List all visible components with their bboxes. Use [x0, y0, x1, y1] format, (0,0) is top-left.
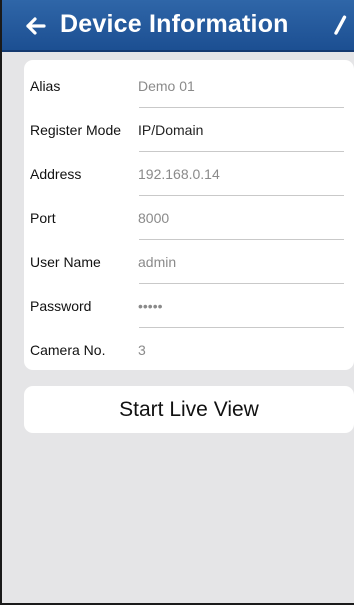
port-value[interactable]: 8000	[138, 210, 169, 226]
camera-number-row[interactable]: Camera No. 3	[24, 328, 354, 372]
camera-number-value[interactable]: 3	[138, 342, 146, 358]
alias-value[interactable]: Demo 01	[138, 78, 195, 94]
password-value[interactable]: •••••	[138, 298, 163, 314]
user-name-value[interactable]: admin	[138, 254, 176, 270]
edit-button[interactable]	[328, 13, 350, 39]
start-live-view-label: Start Live View	[119, 398, 259, 421]
camera-number-label: Camera No.	[30, 342, 106, 358]
register-mode-row[interactable]: Register Mode IP/Domain	[24, 108, 354, 152]
register-mode-label: Register Mode	[30, 122, 122, 138]
address-row[interactable]: Address 192.168.0.14	[24, 152, 354, 196]
app-header: Device Information	[2, 0, 354, 52]
device-info-card: Alias Demo 01 Register Mode IP/Domain Ad…	[24, 60, 354, 370]
page-title: Device Information	[60, 10, 289, 38]
port-label: Port	[30, 210, 56, 226]
start-live-view-button[interactable]: Start Live View	[24, 386, 354, 433]
user-name-row[interactable]: User Name admin	[24, 240, 354, 284]
back-button[interactable]	[22, 12, 50, 40]
password-label: Password	[30, 298, 92, 314]
alias-row[interactable]: Alias Demo 01	[24, 64, 354, 108]
port-row[interactable]: Port 8000	[24, 196, 354, 240]
address-label: Address	[30, 166, 82, 182]
alias-label: Alias	[30, 78, 61, 94]
address-value[interactable]: 192.168.0.14	[138, 166, 220, 182]
register-mode-value[interactable]: IP/Domain	[138, 122, 203, 138]
pencil-icon	[328, 13, 350, 39]
left-arrow-icon	[22, 12, 50, 40]
device-information-screen: Device Information Alias Demo 01 Registe…	[0, 0, 354, 605]
password-row[interactable]: Password •••••	[24, 284, 354, 328]
user-name-label: User Name	[30, 254, 101, 270]
